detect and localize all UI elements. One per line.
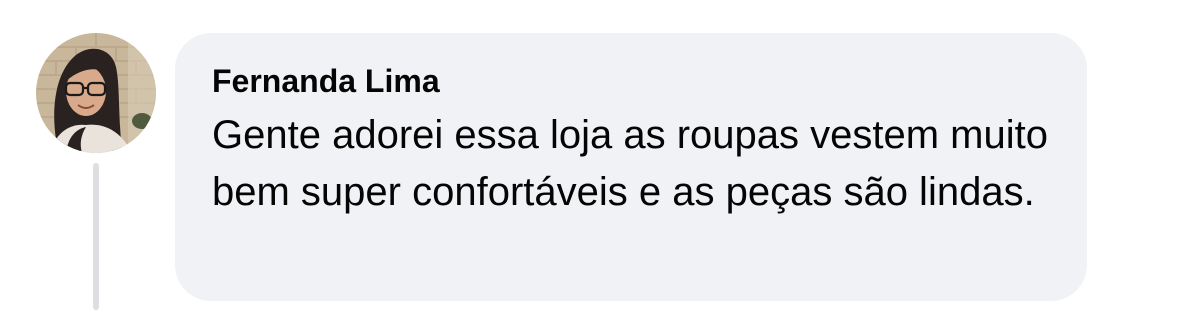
- avatar[interactable]: [36, 33, 156, 153]
- comment-author-name[interactable]: Fernanda Lima: [212, 61, 1057, 101]
- comment-bubble: Fernanda Lima Gente adorei essa loja as …: [175, 33, 1087, 301]
- reply-thread-line: [93, 163, 99, 310]
- comment-item: Fernanda Lima Gente adorei essa loja as …: [0, 0, 1178, 310]
- comment-text: Gente adorei essa loja as roupas vestem …: [212, 113, 1048, 214]
- user-photo-avatar-icon: [36, 33, 156, 153]
